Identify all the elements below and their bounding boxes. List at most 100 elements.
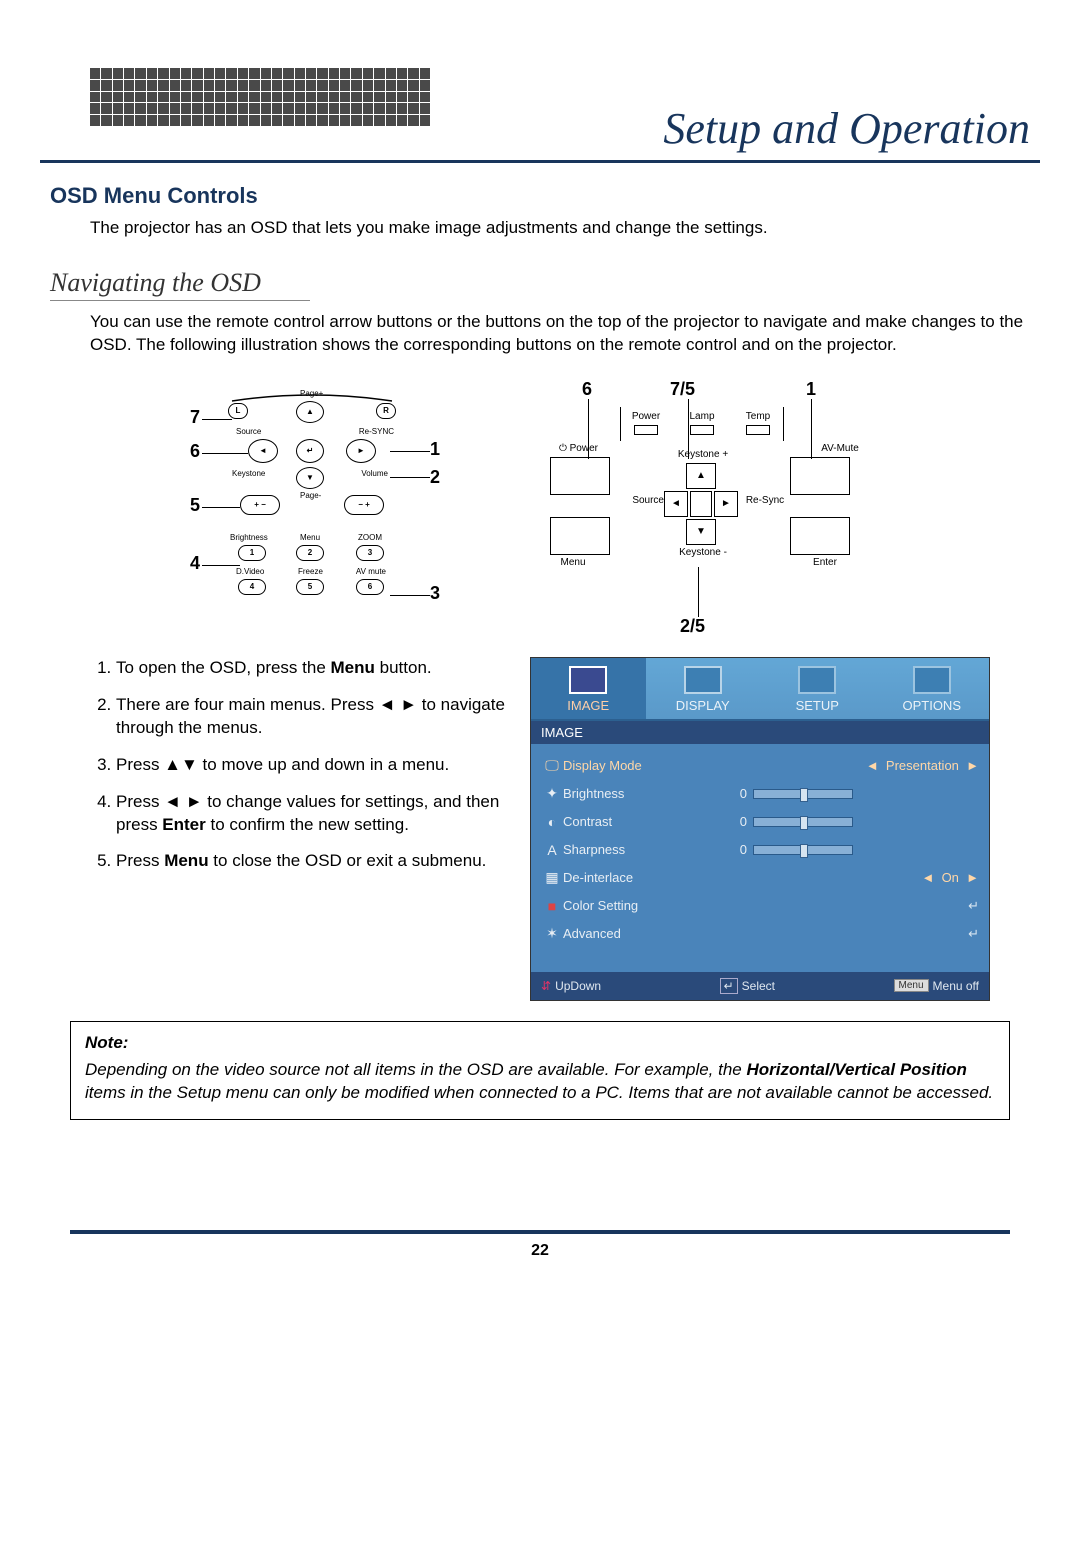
panel-callout-1: 1	[806, 379, 816, 400]
remote-volume-label: Volume	[361, 469, 388, 478]
image-tab-icon	[569, 666, 607, 694]
note-body: Depending on the video source not all it…	[85, 1060, 993, 1102]
panel-keyminus-label: Keystone -	[668, 547, 738, 558]
remote-dvideo-label: D.Video	[236, 567, 264, 576]
note-box: Note: Depending on the video source not …	[70, 1021, 1010, 1120]
osd-tab-image: IMAGE	[531, 658, 646, 719]
panel-callout-2-5: 2/5	[680, 616, 705, 637]
remote-source-label: Source	[236, 427, 261, 436]
remote-callout-1: 1	[430, 439, 440, 460]
steps-list: To open the OSD, press the Menu button. …	[90, 657, 510, 888]
panel-callout-7-5: 7/5	[670, 379, 695, 400]
section-heading: OSD Menu Controls	[50, 183, 1030, 209]
osd-row-sharpness: A Sharpness 0	[541, 836, 979, 864]
remote-callout-5: 5	[190, 495, 200, 516]
panel-keyplus-label: Keystone +	[668, 449, 738, 460]
osd-tab-setup-label: SETUP	[796, 698, 839, 713]
nav-intro: You can use the remote control arrow but…	[90, 311, 1030, 357]
panel-power-button	[550, 457, 610, 495]
header-rule	[40, 160, 1040, 163]
panel-source-label: Source	[624, 495, 664, 506]
color-setting-icon: ■	[541, 898, 563, 914]
osd-tab-display-label: DISPLAY	[676, 698, 730, 713]
panel-menu-button	[550, 517, 610, 555]
remote-enter-button: ↵	[296, 439, 324, 463]
panel-menu-label: Menu	[548, 557, 598, 568]
osd-tabs: IMAGE DISPLAY SETUP OPTIONS	[531, 658, 989, 721]
remote-menu-label: Menu	[300, 533, 320, 542]
remote-callout-2: 2	[430, 467, 440, 488]
osd-tab-options-label: OPTIONS	[902, 698, 961, 713]
step-4: Press ◄ ► to change values for settings,…	[116, 791, 510, 837]
remote-zoom-label: ZOOM	[358, 533, 382, 542]
osd-footer-updown: ⇵UpDown	[541, 979, 601, 993]
remote-callout-6: 6	[190, 441, 200, 462]
remote-btn-2: 2	[296, 545, 324, 561]
remote-resync-label: Re-SYNC	[359, 427, 394, 436]
osd-row-brightness: ✦ Brightness 0	[541, 780, 979, 808]
panel-avmute-button	[790, 457, 850, 495]
osd-footer-menuoff: MenuMenu off	[894, 979, 980, 993]
remote-callout-3: 3	[430, 583, 440, 604]
panel-resync-label: Re-Sync	[740, 495, 790, 506]
panel-left-button: ◄	[664, 491, 688, 517]
osd-tab-image-label: IMAGE	[567, 698, 609, 713]
panel-callout-6: 6	[582, 379, 592, 400]
panel-avmute-label: AV-Mute	[810, 443, 870, 454]
remote-callout-7: 7	[190, 407, 200, 428]
osd-tab-options: OPTIONS	[875, 658, 990, 719]
deinterlace-icon: ▦	[541, 869, 563, 886]
osd-footer-select: ↵Select	[720, 978, 775, 994]
nav-heading: Navigating the OSD	[50, 268, 310, 301]
osd-subheading: IMAGE	[531, 721, 989, 744]
step-5: Press Menu to close the OSD or exit a su…	[116, 850, 510, 873]
panel-right-button: ►	[714, 491, 738, 517]
page-title: Setup and Operation	[663, 103, 1030, 154]
page-header: Setup and Operation	[40, 30, 1040, 160]
projector-panel-diagram: 6 7/5 1 2/5 Power Lamp Temp ⏻ Power AV-M…	[500, 377, 900, 637]
remote-left-button: ◄	[248, 439, 278, 463]
lower-row: To open the OSD, press the Menu button. …	[90, 657, 1030, 1001]
osd-row-color-setting: ■ Color Setting ↵	[541, 892, 979, 920]
enter-icon: ↵	[968, 898, 979, 914]
remote-btn-3: 3	[356, 545, 384, 561]
osd-row-advanced: ✶ Advanced ↵	[541, 920, 979, 948]
osd-screenshot: IMAGE DISPLAY SETUP OPTIONS IMAGE �	[530, 657, 990, 1001]
osd-footer: ⇵UpDown ↵Select MenuMenu off	[531, 972, 989, 1000]
remote-pageup-button: ▲	[296, 401, 324, 423]
header-deco-grid	[90, 68, 430, 126]
osd-row-deinterlace: ▦ De-interlace ◄ On ►	[541, 864, 979, 892]
footer-rule	[70, 1230, 1010, 1234]
osd-body: 🖵 Display Mode ◄ Presentation ► ✦ Bright…	[531, 744, 989, 972]
display-tab-icon	[684, 666, 722, 694]
remote-btn-5: 5	[296, 579, 324, 595]
remote-R-button: R	[376, 403, 396, 419]
remote-btn-6: 6	[356, 579, 384, 595]
panel-enter-label: Enter	[800, 557, 850, 568]
remote-btn-4: 4	[238, 579, 266, 595]
remote-right-button: ►	[346, 439, 376, 463]
remote-pageup-label: Page+	[300, 389, 323, 398]
page-number: 22	[40, 1242, 1040, 1260]
step-1: To open the OSD, press the Menu button.	[116, 657, 510, 680]
panel-up-button: ▲	[686, 463, 716, 489]
osd-row-contrast: ◐ Contrast 0	[541, 808, 979, 836]
display-mode-icon: 🖵	[541, 757, 563, 774]
remote-freeze-label: Freeze	[298, 567, 323, 576]
remote-brightness-label: Brightness	[230, 533, 268, 542]
advanced-icon: ✶	[541, 925, 563, 942]
remote-pagedn-label: Page-	[300, 491, 321, 500]
section-intro: The projector has an OSD that lets you m…	[90, 217, 1030, 240]
remote-pagedn-button: ▼	[296, 467, 324, 489]
osd-tab-display: DISPLAY	[646, 658, 761, 719]
remote-avmute-label: AV mute	[356, 567, 386, 576]
contrast-icon: ◐	[541, 814, 563, 830]
panel-enter-button	[790, 517, 850, 555]
osd-tab-setup: SETUP	[760, 658, 875, 719]
panel-down-button: ▼	[686, 519, 716, 545]
note-title: Note:	[85, 1032, 995, 1055]
remote-callout-4: 4	[190, 553, 200, 574]
remote-btn-1: 1	[238, 545, 266, 561]
remote-keystone-rocker: + −	[240, 495, 280, 515]
manual-page: Setup and Operation OSD Menu Controls Th…	[40, 30, 1040, 1260]
